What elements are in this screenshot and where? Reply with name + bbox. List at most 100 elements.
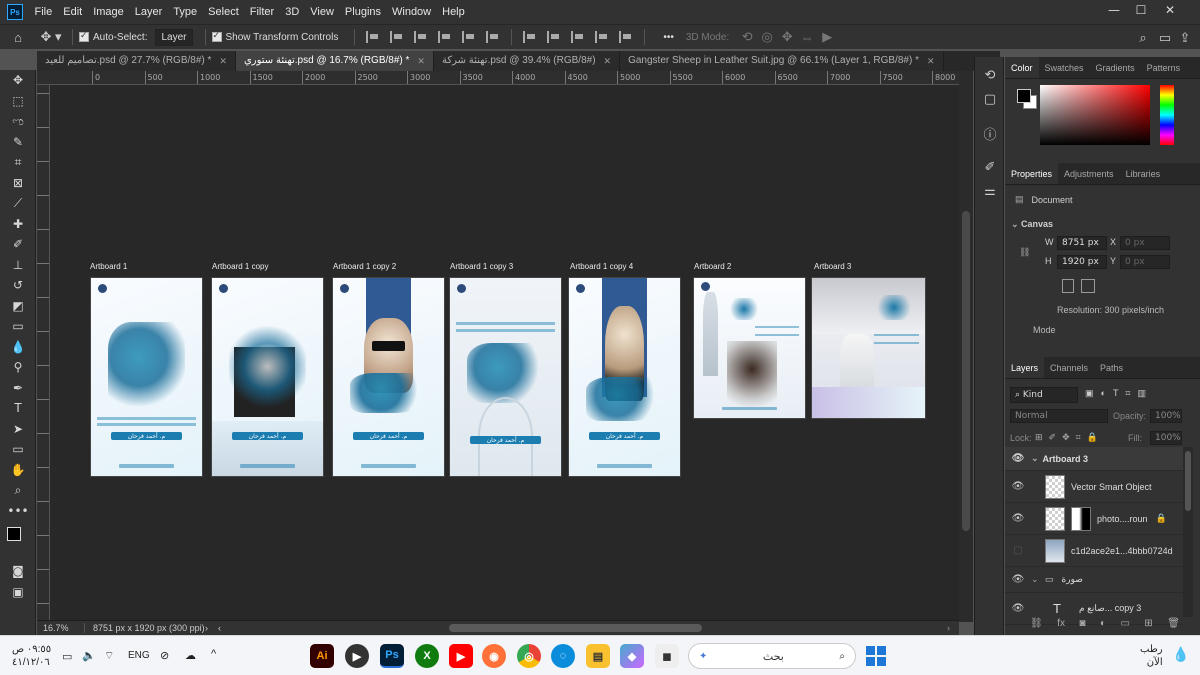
tab-document-1[interactable]: تصاميم للعيد.psd @ 27.7% (RGB/8#) * ✕: [37, 51, 236, 71]
marquee-tool-icon[interactable]: ⬚: [0, 91, 36, 112]
adjustment-layer-icon[interactable]: ◐: [1100, 618, 1106, 629]
horizontal-scroll-thumb[interactable]: [449, 624, 702, 632]
language-indicator[interactable]: ENG: [128, 650, 150, 661]
task-view-app-icon[interactable]: ◼: [655, 644, 679, 668]
maximize-button[interactable]: ☐: [1127, 0, 1155, 20]
artboard-1-copy-2[interactable]: م. أحمد فرحان: [332, 277, 445, 477]
close-tab-icon[interactable]: ✕: [219, 51, 227, 71]
windows-start-icon[interactable]: [866, 646, 886, 666]
clock[interactable]: ٠٩:٥٥ ص ٤١/١٢/٠٦: [12, 643, 51, 669]
clone-stamp-tool-icon[interactable]: ⊥: [0, 255, 36, 276]
new-group-icon[interactable]: ▭: [1120, 618, 1129, 629]
align-left-icon[interactable]: [366, 31, 380, 43]
tab-color[interactable]: Color: [1005, 57, 1039, 78]
artboard-2[interactable]: [693, 277, 806, 419]
copilot-app-icon[interactable]: ◆: [620, 644, 644, 668]
menu-plugins[interactable]: Plugins: [339, 0, 386, 24]
brush-settings-icon[interactable]: ✐: [975, 155, 1005, 179]
menu-select[interactable]: Select: [203, 0, 245, 24]
menu-edit[interactable]: Edit: [58, 0, 88, 24]
weather-widget[interactable]: رطب الآن: [1140, 643, 1163, 669]
artboard-label[interactable]: Artboard 1 copy 2: [333, 262, 396, 271]
zoom-level[interactable]: 16.7%: [37, 623, 85, 633]
tab-swatches[interactable]: Swatches: [1039, 57, 1090, 78]
height-field[interactable]: 1920 px: [1057, 255, 1107, 269]
close-tab-icon[interactable]: ✕: [604, 51, 612, 71]
layer-row[interactable]: 👁 Vector Smart Object: [1005, 471, 1183, 503]
hand-tool-icon[interactable]: ✋: [0, 460, 36, 481]
move-tool-icon[interactable]: ✥ ▾: [36, 29, 66, 45]
pan-3d-icon[interactable]: ✥: [777, 29, 797, 45]
portrait-orientation-icon[interactable]: [1062, 279, 1074, 293]
visibility-eye-icon[interactable]: 👁: [1005, 603, 1031, 614]
youtube-app-icon[interactable]: ▶: [449, 644, 473, 668]
frame-tool-icon[interactable]: ⊠: [0, 173, 36, 194]
distribute-bottom-icon[interactable]: [571, 31, 585, 43]
close-tab-icon[interactable]: ✕: [927, 51, 935, 71]
xbox-app-icon[interactable]: X: [415, 644, 439, 668]
menu-image[interactable]: Image: [88, 0, 130, 24]
firefox-app-icon[interactable]: ◉: [482, 644, 506, 668]
illustrator-app-icon[interactable]: Ai: [310, 644, 334, 668]
workspace-icon[interactable]: ▭: [1158, 30, 1172, 46]
menu-filter[interactable]: Filter: [244, 0, 279, 24]
artboard-1-copy-3[interactable]: م. أحمد فرحان: [449, 277, 562, 477]
x-field[interactable]: 0 px: [1120, 236, 1170, 250]
vertical-scrollbar[interactable]: [959, 71, 973, 622]
chevron-down-icon[interactable]: ⌄: [1031, 453, 1039, 464]
layer-row[interactable]: 👁 photo....roun 🔒: [1005, 503, 1183, 535]
more-tools-icon[interactable]: •••: [0, 501, 36, 522]
menu-window[interactable]: Window: [387, 0, 437, 24]
tab-layers[interactable]: Layers: [1005, 357, 1045, 378]
media-player-app-icon[interactable]: ▶: [345, 644, 369, 668]
tab-paths[interactable]: Paths: [1094, 357, 1129, 378]
battery-icon[interactable]: ▭: [62, 650, 72, 663]
visibility-eye-icon[interactable]: 👁: [1005, 513, 1031, 524]
layers-scroll-thumb[interactable]: [1185, 451, 1191, 511]
tab-document-3[interactable]: تهنئة شركة.psd @ 39.4% (RGB/8#) ✕: [433, 51, 621, 71]
color-field[interactable]: [1040, 85, 1150, 145]
more-options-button[interactable]: •••: [663, 32, 674, 43]
lock-icons[interactable]: ⊞✐✥⌗🔒: [1035, 432, 1104, 443]
menu-layer[interactable]: Layer: [129, 0, 168, 24]
file-explorer-app-icon[interactable]: ▤: [586, 644, 610, 668]
blur-tool-icon[interactable]: 💧: [0, 337, 36, 358]
volume-icon[interactable]: 🔈: [82, 649, 96, 662]
link-layers-icon[interactable]: ⛓: [1030, 618, 1043, 629]
tab-document-2[interactable]: تهنئة ستوري.psd @ 16.7% (RGB/8#) * ✕: [235, 51, 434, 71]
close-button[interactable]: ✕: [1156, 0, 1184, 20]
vertical-scroll-thumb[interactable]: [962, 211, 970, 531]
eraser-tool-icon[interactable]: ◩: [0, 296, 36, 317]
share-icon[interactable]: ⇪: [1178, 30, 1192, 46]
menu-file[interactable]: File: [29, 0, 58, 24]
home-icon[interactable]: ⌂: [0, 30, 36, 45]
visibility-eye-icon[interactable]: 👁: [1005, 574, 1031, 585]
menu-view[interactable]: View: [305, 0, 340, 24]
path-select-tool-icon[interactable]: ➤: [0, 419, 36, 440]
gradient-tool-icon[interactable]: ▭: [0, 316, 36, 337]
artboard-label[interactable]: Artboard 1 copy 3: [450, 262, 513, 271]
opacity-field[interactable]: 100%: [1150, 409, 1182, 423]
camera-off-icon[interactable]: ⊘: [160, 649, 169, 662]
artboard-label[interactable]: Artboard 2: [694, 262, 731, 271]
status-collapse-icon[interactable]: ‹: [218, 623, 221, 633]
transform-controls-checkbox[interactable]: [211, 30, 222, 42]
layer-row[interactable]: ▢ c1d2ace2e1...4bbb0724d: [1005, 535, 1183, 567]
visibility-eye-icon[interactable]: ▢: [1005, 545, 1031, 556]
artboard-1-copy-4[interactable]: م. أحمد فرحان: [568, 277, 681, 477]
foreground-color-swatch[interactable]: [7, 527, 21, 541]
add-mask-icon[interactable]: ◙: [1079, 618, 1085, 629]
healing-brush-tool-icon[interactable]: ✚: [0, 214, 36, 235]
align-top-icon[interactable]: [438, 31, 452, 43]
color-swatches[interactable]: [0, 521, 36, 561]
width-field[interactable]: 8751 px: [1057, 236, 1107, 250]
kind-filter-dropdown[interactable]: ⌕ Kind: [1010, 387, 1078, 403]
distribute-center-icon[interactable]: [619, 31, 633, 43]
layer-filter-icons[interactable]: ▣◐T⌗▥: [1085, 388, 1153, 399]
screen-mode-icon[interactable]: ▣: [0, 582, 36, 603]
brush-tool-icon[interactable]: ✐: [0, 234, 36, 255]
visibility-eye-icon[interactable]: 👁: [1005, 481, 1031, 492]
distribute-top-icon[interactable]: [523, 31, 537, 43]
tab-libraries[interactable]: Libraries: [1120, 163, 1167, 184]
info-icon[interactable]: ⓘ: [975, 121, 1005, 145]
